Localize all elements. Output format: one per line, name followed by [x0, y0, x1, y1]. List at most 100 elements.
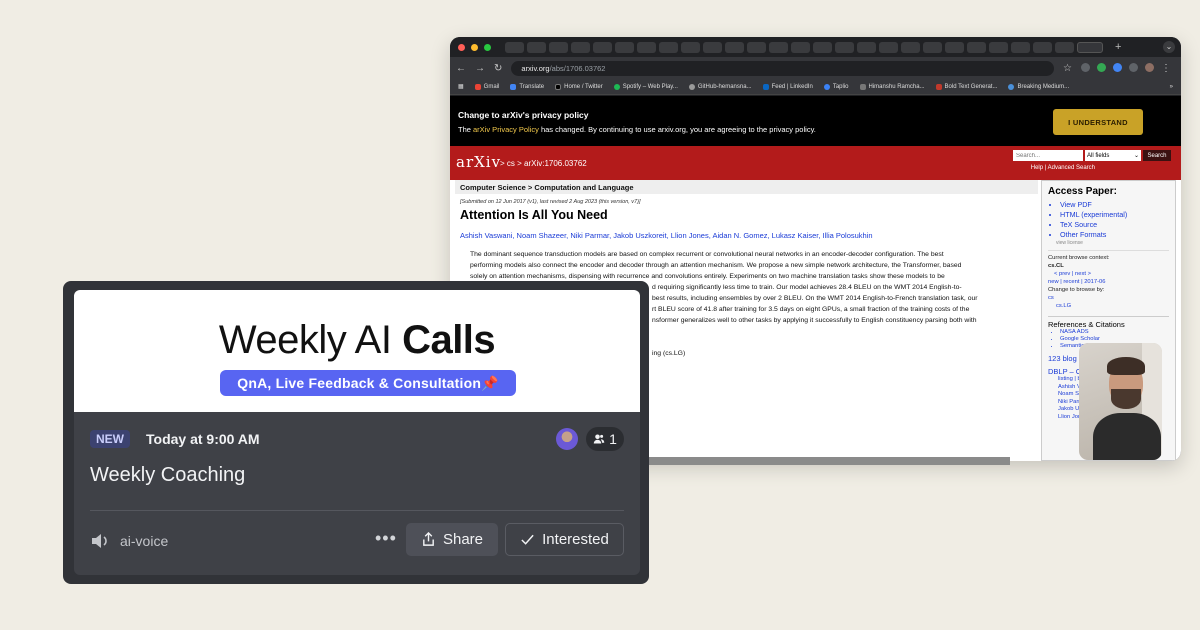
avatar[interactable] [556, 428, 578, 450]
event-time: Today at 9:00 AM [146, 431, 260, 447]
tab[interactable] [813, 41, 832, 53]
browse-cslg-link[interactable]: cs.LG [1056, 303, 1071, 309]
search-field-select[interactable]: All fields ⌄ [1085, 150, 1141, 161]
tab[interactable] [1055, 41, 1074, 53]
tab[interactable] [681, 41, 700, 53]
divider [90, 510, 624, 511]
voice-channel[interactable]: ai-voice [90, 532, 168, 550]
bookmark-himanshu[interactable]: Himanshu Ramcha... [859, 83, 925, 90]
tab[interactable] [615, 41, 634, 53]
spotify-icon [613, 83, 620, 90]
maximize-window-icon[interactable] [484, 43, 491, 51]
search-group: All fields⌄ Search [1013, 150, 1171, 161]
more-bookmarks-icon[interactable]: » [1170, 84, 1173, 90]
prev-next-links[interactable]: < prev | next > [1054, 271, 1091, 277]
tab[interactable] [989, 41, 1008, 53]
more-options-icon[interactable]: ••• [375, 528, 397, 549]
tab[interactable] [835, 41, 854, 53]
tab[interactable] [945, 41, 964, 53]
tab[interactable] [1011, 41, 1030, 53]
tab[interactable] [857, 41, 876, 53]
back-icon[interactable]: ← [456, 63, 466, 74]
bookmark-linkedin[interactable]: Feed | LinkedIn [762, 83, 813, 90]
tab[interactable] [769, 41, 788, 53]
html-link[interactable]: HTML (experimental) [1060, 210, 1169, 220]
bookmark-star-icon[interactable]: ☆ [1063, 63, 1072, 74]
tab[interactable] [593, 41, 612, 53]
extension-icon[interactable] [1081, 62, 1090, 72]
tab[interactable] [923, 41, 942, 53]
gmail-icon [474, 83, 481, 90]
tab[interactable] [901, 41, 920, 53]
tab[interactable] [527, 41, 546, 53]
extension-icon[interactable] [1113, 62, 1122, 72]
arxiv-logo[interactable]: arXiv [456, 153, 501, 171]
medium-icon [1008, 83, 1015, 90]
help-links[interactable]: Help | Advanced Search [1031, 165, 1095, 171]
i-understand-button[interactable]: I UNDERSTAND [1053, 109, 1143, 135]
address-bar[interactable]: arxiv.org/abs/1706.03762 [511, 60, 1055, 76]
new-tab-icon[interactable]: + [1115, 41, 1121, 53]
bookmark-bold-text[interactable]: Bold Text Generat... [935, 83, 997, 90]
paper-authors[interactable]: Ashish Vaswani, Noam Shazeer, Niki Parma… [460, 231, 1038, 240]
apps-grid-icon[interactable]: ▦ [458, 83, 464, 90]
bookmark-taplio[interactable]: Taplio [823, 83, 849, 90]
github-icon [688, 83, 695, 90]
new-recent-links[interactable]: new | recent | 2017-06 [1048, 279, 1105, 285]
speaker-icon [92, 534, 107, 548]
webcam-overlay [1079, 343, 1162, 460]
privacy-policy-link[interactable]: arXiv Privacy Policy [473, 125, 539, 134]
event-title: Weekly Coaching [90, 464, 246, 486]
browse-cs-link[interactable]: cs [1048, 295, 1054, 301]
breadcrumb[interactable]: > cs > arXiv:1706.03762 [500, 159, 587, 168]
tab[interactable] [659, 41, 678, 53]
extension-icon[interactable] [1097, 62, 1106, 72]
tab[interactable] [747, 41, 766, 53]
arxiv-header: arXiv > cs > arXiv:1706.03762 All fields… [450, 146, 1181, 180]
bookmark-twitter[interactable]: Home / Twitter [555, 83, 603, 90]
minimize-window-icon[interactable] [471, 43, 478, 51]
bookmark-translate[interactable]: Translate [510, 83, 544, 90]
navigation-bar: ← → ↻ arxiv.org/abs/1706.03762 ☆ ⋮ [450, 57, 1181, 79]
search-button[interactable]: Search [1143, 150, 1171, 161]
close-window-icon[interactable] [458, 43, 465, 51]
taplio-icon [823, 83, 830, 90]
event-banner: Weekly AI Calls QnA, Live Feedback & Con… [74, 290, 640, 412]
forward-icon[interactable]: → [475, 63, 485, 74]
tab[interactable] [505, 41, 524, 53]
profile-avatar[interactable] [1145, 62, 1154, 72]
privacy-banner: Change to arXiv's privacy policy The arX… [450, 96, 1181, 146]
tab[interactable] [791, 41, 810, 53]
tab[interactable] [571, 41, 590, 53]
tab[interactable] [725, 41, 744, 53]
license-link[interactable]: view license [1048, 240, 1169, 246]
reload-icon[interactable]: ↻ [494, 63, 502, 74]
puzzle-icon[interactable] [1129, 62, 1138, 72]
view-pdf-link[interactable]: View PDF [1060, 200, 1169, 210]
tex-source-link[interactable]: TeX Source [1060, 220, 1169, 230]
tab[interactable] [1033, 41, 1052, 53]
tab[interactable] [879, 41, 898, 53]
attendee-count[interactable]: 1 [586, 427, 624, 451]
chevron-down-icon[interactable]: ⌄ [1163, 41, 1175, 53]
tab[interactable] [549, 41, 568, 53]
references-heading: References & Citations [1048, 316, 1169, 329]
access-links: View PDF HTML (experimental) TeX Source … [1048, 200, 1169, 240]
tab[interactable] [703, 41, 722, 53]
share-icon [423, 532, 434, 546]
bookmark-gmail[interactable]: Gmail [474, 83, 499, 90]
other-formats-link[interactable]: Other Formats [1060, 230, 1169, 240]
tab-active[interactable] [1077, 41, 1103, 53]
checkmark-icon [521, 534, 534, 545]
bookmark-spotify[interactable]: Spotify – Web Play... [613, 83, 678, 90]
share-button[interactable]: Share [406, 523, 498, 556]
menu-icon[interactable]: ⋮ [1161, 63, 1171, 74]
bookmark-medium[interactable]: Breaking Medium... [1008, 83, 1069, 90]
interested-button[interactable]: Interested [505, 523, 624, 556]
browse-context: Current browse context: cs.CL < prev | n… [1048, 250, 1169, 310]
search-input[interactable] [1013, 150, 1083, 161]
bookmark-github[interactable]: GitHub-hemansna... [688, 83, 752, 90]
tab[interactable] [637, 41, 656, 53]
tab[interactable] [967, 41, 986, 53]
translate-icon [510, 83, 517, 90]
